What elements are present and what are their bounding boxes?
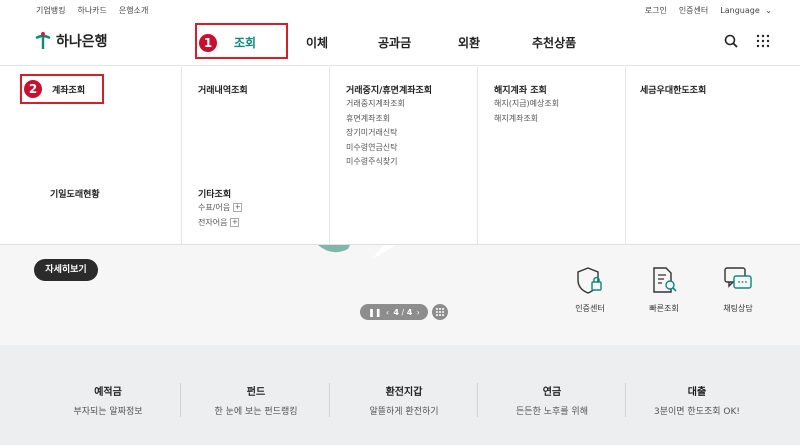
submenu-long-term-trust[interactable]: 장기미거래신탁 xyxy=(346,126,405,141)
product-pension-title: 연금 xyxy=(542,387,562,398)
product-exchange-wallet-sub: 알뜰하게 환전하기 xyxy=(369,407,439,417)
submenu-e-bill-label: 전자어음 xyxy=(198,217,228,227)
submenu-closed-account[interactable]: 해지계좌조회 xyxy=(494,112,559,127)
product-fund[interactable]: 펀드 한 눈에 보는 펀드랭킹 xyxy=(181,383,331,417)
product-loan[interactable]: 대출 3분이면 한도조회 OK! xyxy=(622,383,772,417)
product-loan-sub: 3분이면 한도조회 OK! xyxy=(653,407,740,417)
menu-tax-benefit-limit[interactable]: 세금우대한도조회 xyxy=(640,83,706,96)
prev-slide-icon[interactable]: ‹ xyxy=(386,308,389,317)
product-fund-title: 펀드 xyxy=(246,387,266,398)
detail-view-button[interactable]: 자세히보기 xyxy=(34,259,98,281)
login-link[interactable]: 로그인 xyxy=(645,5,667,16)
product-pension[interactable]: 연금 든든한 노후를 위해 xyxy=(477,383,627,417)
link-bank-intro[interactable]: 은행소개 xyxy=(119,5,148,16)
quick-cert-center-label: 인증센터 xyxy=(575,304,605,313)
product-exchange-wallet-title: 환전지갑 xyxy=(385,387,423,398)
product-deposit-title: 예적금 xyxy=(94,387,122,398)
submenu-check-bill[interactable]: 수표/어음 + xyxy=(198,201,243,216)
search-icon[interactable] xyxy=(724,33,738,52)
header: 하나은행 조회 이체 공과금 외환 추천상품 xyxy=(0,20,800,66)
slide-grid-icon[interactable] xyxy=(432,304,448,320)
quick-cert-center[interactable]: 인증센터 xyxy=(558,265,622,314)
menu-transaction-history[interactable]: 거래내역조회 xyxy=(198,83,248,96)
link-corporate-banking[interactable]: 기업뱅킹 xyxy=(36,5,65,16)
nav-utility-bills[interactable]: 공과금 xyxy=(378,34,411,51)
mega-menu: 계좌조회 기일도래현황 거래내역조회 기타조회 수표/어음 + 전자어음 + 거래중… xyxy=(0,67,800,245)
hero-section: 자세히보기 ❚❚ ‹ 4 / 4 › 인증센터 빠른조회 채팅상담 xyxy=(0,245,800,345)
hana-bank-logo[interactable]: 하나은행 xyxy=(34,31,108,51)
product-deposit[interactable]: 예적금 부자되는 알짜정보 xyxy=(33,383,183,417)
product-loan-title: 대출 xyxy=(687,387,707,398)
utility-bar: 기업뱅킹 하나카드 은행소개 로그인 인증센터 Language ⌄ xyxy=(0,0,800,20)
language-select[interactable]: Language ⌄ xyxy=(720,6,772,15)
slide-current: 4 xyxy=(393,307,399,317)
hana-logo-icon xyxy=(34,31,52,51)
chat-icon xyxy=(724,267,752,289)
nav-recommended[interactable]: 추천상품 xyxy=(532,34,576,51)
menu-col-4: 해지계좌 조회 해지(지급)예상조회 해지계좌조회 xyxy=(477,67,625,245)
language-label: Language xyxy=(720,6,760,15)
menu-closed-account[interactable]: 해지계좌 조회 xyxy=(494,83,547,96)
submenu-unclaimed-pension[interactable]: 미수령연금신탁 xyxy=(346,141,405,156)
quick-chat-consult[interactable]: 채팅상담 xyxy=(706,265,770,314)
quick-chat-consult-label: 채팅상담 xyxy=(723,304,753,313)
submenu-closing-estimate[interactable]: 해지(지급)예상조회 xyxy=(494,97,559,112)
submenu-e-bill[interactable]: 전자어음 + xyxy=(198,216,242,231)
product-band: 예적금 부자되는 알짜정보 펀드 한 눈에 보는 펀드랭킹 환전지갑 알뜰하게 … xyxy=(0,345,800,445)
product-fund-sub: 한 눈에 보는 펀드랭킹 xyxy=(214,407,298,417)
submenu-unclaimed-stock[interactable]: 미수령주식찾기 xyxy=(346,155,405,170)
plus-icon[interactable]: + xyxy=(230,217,240,227)
nav-transfer[interactable]: 이체 xyxy=(306,34,328,51)
quick-fast-inquiry[interactable]: 빠른조회 xyxy=(632,265,696,314)
product-deposit-sub: 부자되는 알짜정보 xyxy=(73,407,143,417)
slide-total: 4 xyxy=(406,307,413,317)
step-badge-2: 2 xyxy=(24,80,42,98)
quick-fast-inquiry-label: 빠른조회 xyxy=(649,304,679,313)
menu-maturity-status[interactable]: 기일도래현황 xyxy=(50,187,100,200)
next-slide-icon[interactable]: › xyxy=(417,308,420,317)
slide-pager: ❚❚ ‹ 4 / 4 › xyxy=(360,304,428,320)
submenu-suspended-account[interactable]: 거래중지계좌조회 xyxy=(346,97,405,112)
menu-col-5: 세금우대한도조회 xyxy=(625,67,800,245)
all-menu-icon[interactable] xyxy=(756,33,770,52)
hero-illustration xyxy=(318,245,396,259)
chevron-down-icon: ⌄ xyxy=(765,6,772,15)
slide-counter: 4 / 4 xyxy=(393,307,413,317)
step-badge-1: 1 xyxy=(199,34,217,52)
submenu-dormant-account[interactable]: 휴면계좌조회 xyxy=(346,112,405,127)
cert-center-link[interactable]: 인증센터 xyxy=(679,5,708,16)
menu-col-3: 거래중지/휴면계좌조회 거래중지계좌조회 휴면계좌조회 장기미거래신탁 미수령연… xyxy=(329,67,477,245)
shield-lock-icon xyxy=(577,267,602,294)
link-hana-card[interactable]: 하나카드 xyxy=(77,5,106,16)
menu-dormant-account[interactable]: 거래중지/휴면계좌조회 xyxy=(346,83,432,96)
product-exchange-wallet[interactable]: 환전지갑 알뜰하게 환전하기 xyxy=(329,383,479,417)
submenu-check-bill-label: 수표/어음 xyxy=(198,203,231,212)
pause-icon[interactable]: ❚❚ xyxy=(368,308,381,317)
nav-foreign-exchange[interactable]: 외환 xyxy=(458,34,480,51)
logo-text: 하나은행 xyxy=(56,34,108,50)
product-pension-sub: 든든한 노후를 위해 xyxy=(516,407,588,417)
menu-other-inquiry[interactable]: 기타조회 xyxy=(198,187,231,200)
plus-icon[interactable]: + xyxy=(233,203,243,212)
document-search-icon xyxy=(653,267,677,293)
menu-col-2: 거래내역조회 기타조회 수표/어음 + 전자어음 + xyxy=(181,67,329,245)
